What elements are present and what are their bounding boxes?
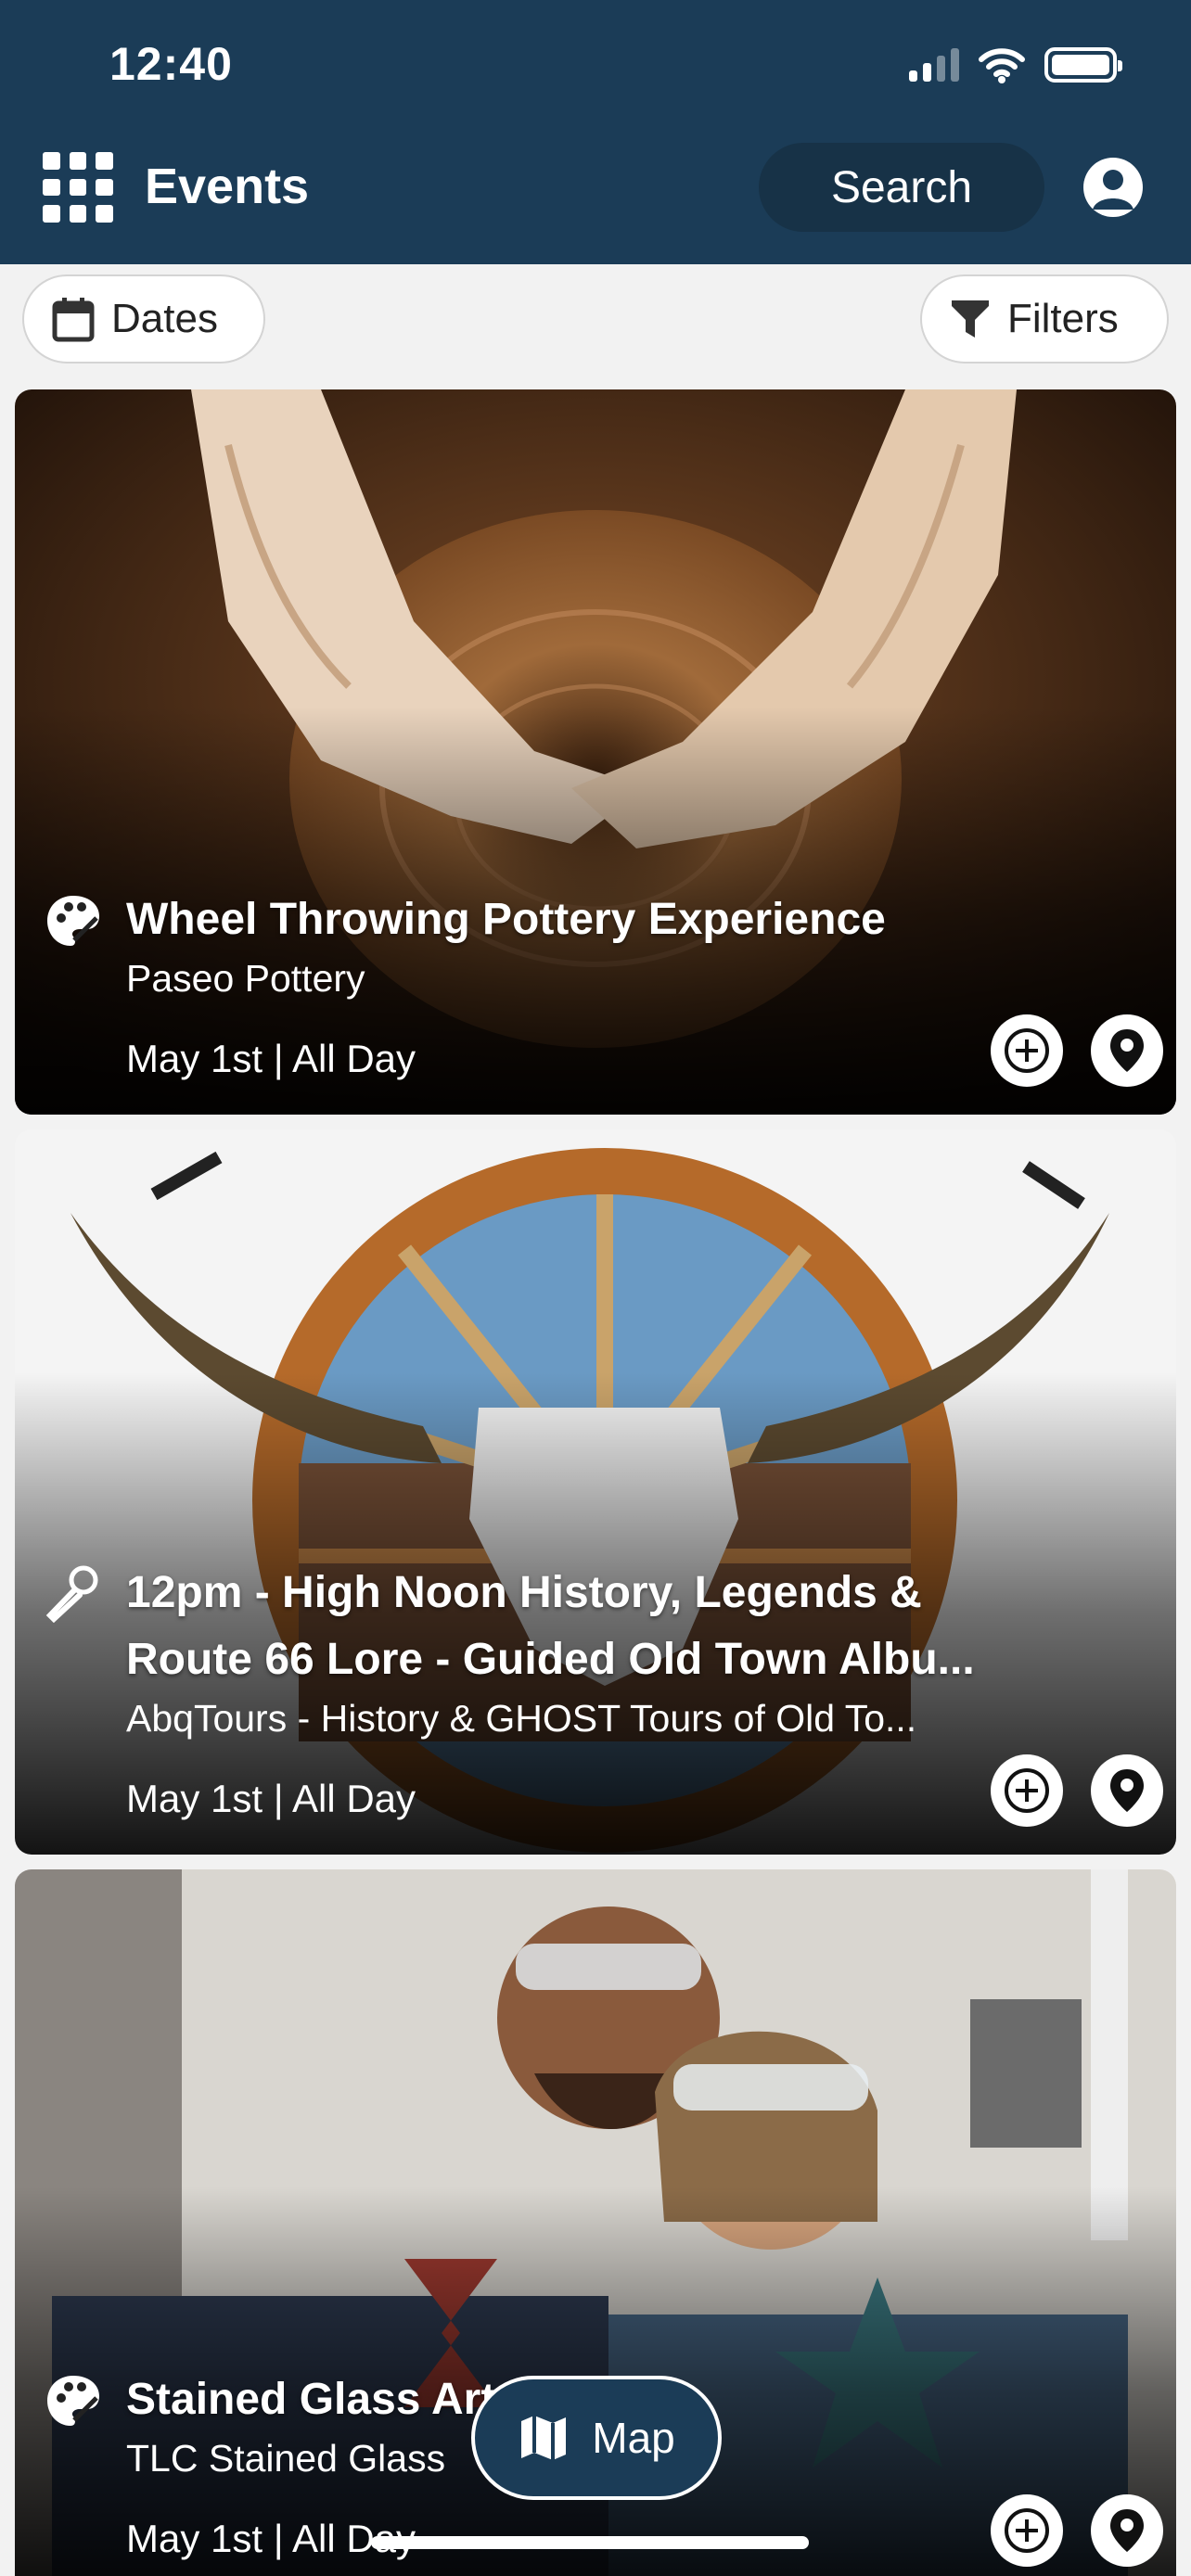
add-event-button[interactable] — [991, 1014, 1063, 1087]
profile-avatar-icon[interactable] — [1083, 158, 1143, 217]
calendar-icon — [52, 298, 95, 342]
event-location-button[interactable] — [1091, 1754, 1163, 1827]
home-indicator — [371, 2536, 809, 2549]
app-header: 12:40 Events Search — [0, 0, 1191, 264]
event-date: May 1st | All Day — [126, 1777, 416, 1820]
dates-button[interactable]: Dates — [22, 274, 265, 363]
battery-icon — [1044, 47, 1122, 83]
event-card[interactable]: 12pm - High Noon History, Legends & Rout… — [15, 1129, 1176, 1855]
event-location-button[interactable] — [1091, 1014, 1163, 1087]
wifi-icon — [979, 48, 1025, 83]
status-time: 12:40 — [109, 38, 233, 90]
filters-label: Filters — [1007, 296, 1119, 341]
event-location-button[interactable] — [1091, 2494, 1163, 2567]
map-label: Map — [592, 2414, 675, 2462]
dates-label: Dates — [111, 296, 218, 341]
map-pin-icon — [1110, 1769, 1144, 1812]
apps-grid-icon[interactable] — [43, 152, 113, 223]
page-title: Events — [145, 159, 310, 214]
plus-icon — [1005, 1028, 1049, 1073]
plus-icon — [1005, 1768, 1049, 1813]
filters-button[interactable]: Filters — [920, 274, 1169, 363]
filter-funnel-icon — [952, 300, 989, 338]
add-event-button[interactable] — [991, 1754, 1063, 1827]
cellular-signal-icon — [909, 48, 959, 82]
event-venue: Paseo Pottery — [126, 957, 365, 1000]
microphone-icon — [45, 1565, 98, 1623]
event-date: May 1st | All Day — [126, 1037, 416, 1080]
palette-icon — [47, 896, 99, 946]
map-pin-icon — [1110, 1029, 1144, 1072]
folded-map-icon — [521, 2416, 567, 2460]
event-card[interactable]: Wheel Throwing Pottery Experience Paseo … — [15, 389, 1176, 1115]
event-title: Wheel Throwing Pottery Experience — [126, 895, 886, 944]
plus-icon — [1005, 2508, 1049, 2553]
map-button[interactable]: Map — [471, 2376, 722, 2500]
event-title: 12pm - High Noon History, Legends & Rout… — [126, 1568, 975, 1684]
event-venue: AbqTours - History & GHOST Tours of Old … — [126, 1697, 917, 1740]
search-button[interactable]: Search — [759, 143, 1044, 232]
status-icons — [909, 46, 1122, 83]
add-event-button[interactable] — [991, 2494, 1063, 2567]
palette-icon — [47, 2376, 99, 2426]
map-pin-icon — [1110, 2509, 1144, 2552]
